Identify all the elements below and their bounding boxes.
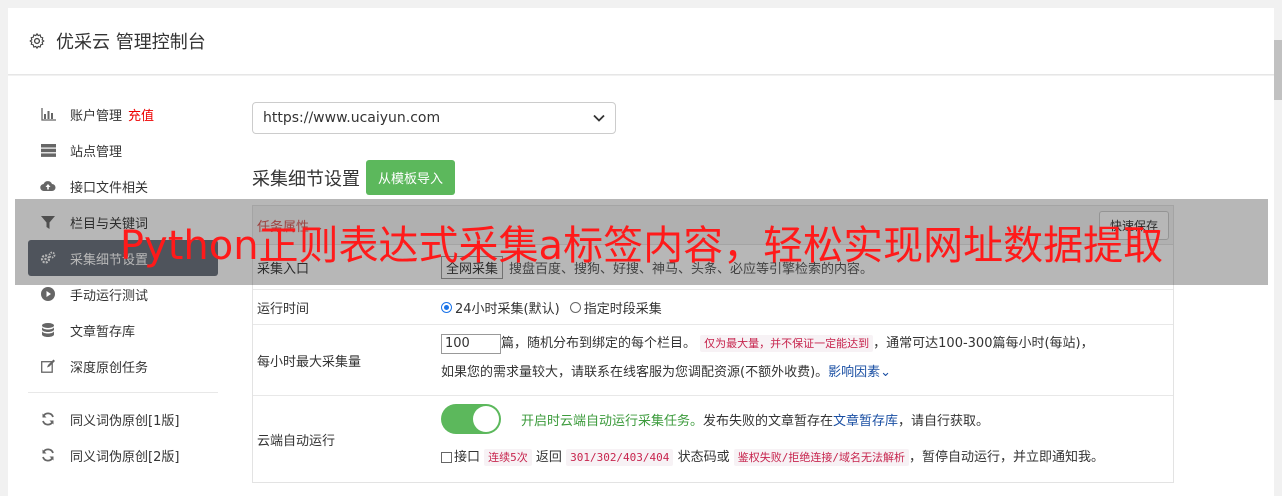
- database-icon: [40, 322, 56, 338]
- radio-time-range[interactable]: 指定时段采集: [569, 298, 662, 317]
- gear-icon: [28, 32, 46, 50]
- row-label: 云端自动运行: [257, 433, 336, 449]
- cloud-upload-icon: [40, 178, 56, 194]
- overlay-title: Python正则表达式采集a标签内容，轻松实现网址数据提取: [119, 223, 1164, 269]
- sidebar-item-label: 站点管理: [70, 144, 123, 160]
- max-line-1: 100 篇，随机分布到绑定的每个栏目。 仅为最大量，并不保证一定能达到 ，通常可达1…: [441, 329, 1173, 358]
- max-warning-code: 仅为最大量，并不保证一定能达到: [700, 335, 874, 352]
- edit-icon: [40, 358, 56, 374]
- influence-factors-link[interactable]: 影响因素: [828, 365, 880, 380]
- row-value: 100 篇，随机分布到绑定的每个栏目。 仅为最大量，并不保证一定能达到 ，通常可达1…: [441, 325, 1173, 395]
- row-cloud-auto: 云端自动运行 开启时云端自动运行采集任务。发布失败的文章暂存在文章暂存库，请自行…: [253, 396, 1173, 482]
- refresh-icon: [40, 447, 56, 463]
- site-select[interactable]: https://www.ucaiyun.com: [252, 102, 616, 134]
- sidebar-item-article-storage[interactable]: 文章暂存库: [28, 312, 218, 348]
- cloud-auto-toggle[interactable]: [441, 404, 501, 434]
- server-icon: [40, 142, 56, 158]
- sidebar-item-deep-original[interactable]: 深度原创任务: [28, 348, 218, 384]
- play-icon: [40, 286, 56, 302]
- sidebar-item-label: 同义词伪原创[2版]: [70, 449, 180, 465]
- chevron-down-icon: [593, 110, 605, 126]
- section-header: 采集细节设置 从模板导入: [252, 160, 1172, 195]
- toggle-knob: [473, 406, 499, 432]
- text: 状态码或: [677, 450, 730, 465]
- bar-chart-icon: [40, 106, 56, 122]
- top-header: 优采云 管理控制台: [8, 8, 1274, 75]
- section-title: 采集细节设置: [252, 168, 360, 190]
- refresh-icon: [40, 411, 56, 427]
- max-line-2: 如果您的需求量较大，请联系在线客服为您调配资源(不额外收费)。影响因素⌄: [441, 358, 1173, 387]
- row-label: 运行时间: [257, 301, 310, 317]
- content-area: https://www.ucaiyun.com 采集细节设置 从模板导入 任务属…: [252, 102, 1174, 483]
- sidebar-item-label: 账户管理: [70, 108, 123, 124]
- sidebar-divider: [28, 392, 218, 393]
- main-area: 账户管理 充值 站点管理 接口文件相关 栏目与关键词 采集细节设置 手动运行测试…: [8, 76, 1274, 496]
- text: 返回: [535, 450, 562, 465]
- text: ，暂停自动运行，并立即通知我。: [908, 450, 1104, 465]
- auto-line-2: 接口 连续5次 返回 301/302/403/404 状态码或 鉴权失败/拒绝连…: [441, 446, 1173, 466]
- article-storage-link[interactable]: 文章暂存库: [833, 414, 898, 429]
- sidebar-item-label: 同义词伪原创[1版]: [70, 413, 180, 429]
- title-overlay-banner: Python正则表达式采集a标签内容，轻松实现网址数据提取: [15, 199, 1268, 285]
- text: 开启时云端自动运行采集任务。: [521, 413, 704, 429]
- code: 鉴权失败/拒绝连接/域名无法解析: [733, 449, 909, 466]
- radio-label: 24小时采集(默认): [455, 301, 560, 317]
- auto-line-1: 开启时云端自动运行采集任务。发布失败的文章暂存在文章暂存库，请自行获取。: [441, 402, 1173, 436]
- sidebar-item-label: 文章暂存库: [70, 324, 136, 340]
- text: ，通常可达100-300篇每小时(每站)，: [873, 336, 1094, 351]
- sidebar-item-label: 深度原创任务: [70, 360, 149, 376]
- text: 发布失败的文章暂存在: [703, 413, 834, 429]
- scrollbar-thumb[interactable]: [1274, 40, 1282, 100]
- sidebar-item-label: 接口文件相关: [70, 180, 149, 196]
- sidebar-item-synonym-v2[interactable]: 同义词伪原创[2版]: [28, 437, 218, 473]
- sidebar-item-synonym-v1[interactable]: 同义词伪原创[1版]: [28, 401, 218, 437]
- row-runtime: 运行时间 24小时采集(默认) 指定时段采集: [253, 290, 1173, 325]
- row-value: 开启时云端自动运行采集任务。发布失败的文章暂存在文章暂存库，请自行获取。 接口 …: [441, 396, 1173, 482]
- max-per-hour-input[interactable]: 100: [441, 333, 501, 354]
- radio-dot-checked: [441, 301, 452, 313]
- text: 篇，随机分布到绑定的每个栏目。: [501, 336, 697, 351]
- radio-dot: [569, 301, 581, 313]
- code: 301/302/403/404: [566, 449, 674, 466]
- page-title: 优采云 管理控制台: [56, 32, 206, 53]
- notify-checkbox[interactable]: [441, 452, 452, 463]
- code: 连续5次: [484, 449, 532, 466]
- page-scrollbar[interactable]: [1274, 0, 1282, 484]
- text: 如果您的需求量较大，请联系在线客服为您调配资源(不额外收费)。: [441, 365, 829, 380]
- text: 接口: [454, 450, 481, 465]
- auto-desc: 开启时云端自动运行采集任务。发布失败的文章暂存在文章暂存库，请自行获取。: [521, 410, 989, 429]
- row-max-per-hour: 每小时最大采集量 100 篇，随机分布到绑定的每个栏目。 仅为最大量，并不保证一定…: [253, 325, 1173, 396]
- import-template-button[interactable]: 从模板导入: [366, 160, 456, 195]
- text: ，请自行获取。: [898, 413, 990, 429]
- radio-label: 指定时段采集: [583, 301, 662, 317]
- row-value: 24小时采集(默认) 指定时段采集: [441, 290, 1173, 324]
- sidebar-item-sites[interactable]: 站点管理: [28, 132, 218, 168]
- row-label: 每小时最大采集量: [257, 354, 362, 370]
- recharge-link[interactable]: 充值: [128, 105, 154, 124]
- site-select-value: https://www.ucaiyun.com: [263, 110, 441, 126]
- sidebar-item-label: 手动运行测试: [70, 288, 149, 304]
- sidebar-item-account[interactable]: 账户管理 充值: [28, 96, 218, 132]
- chevron-double-down-icon: ⌄: [880, 365, 892, 380]
- radio-24h[interactable]: 24小时采集(默认): [441, 298, 560, 317]
